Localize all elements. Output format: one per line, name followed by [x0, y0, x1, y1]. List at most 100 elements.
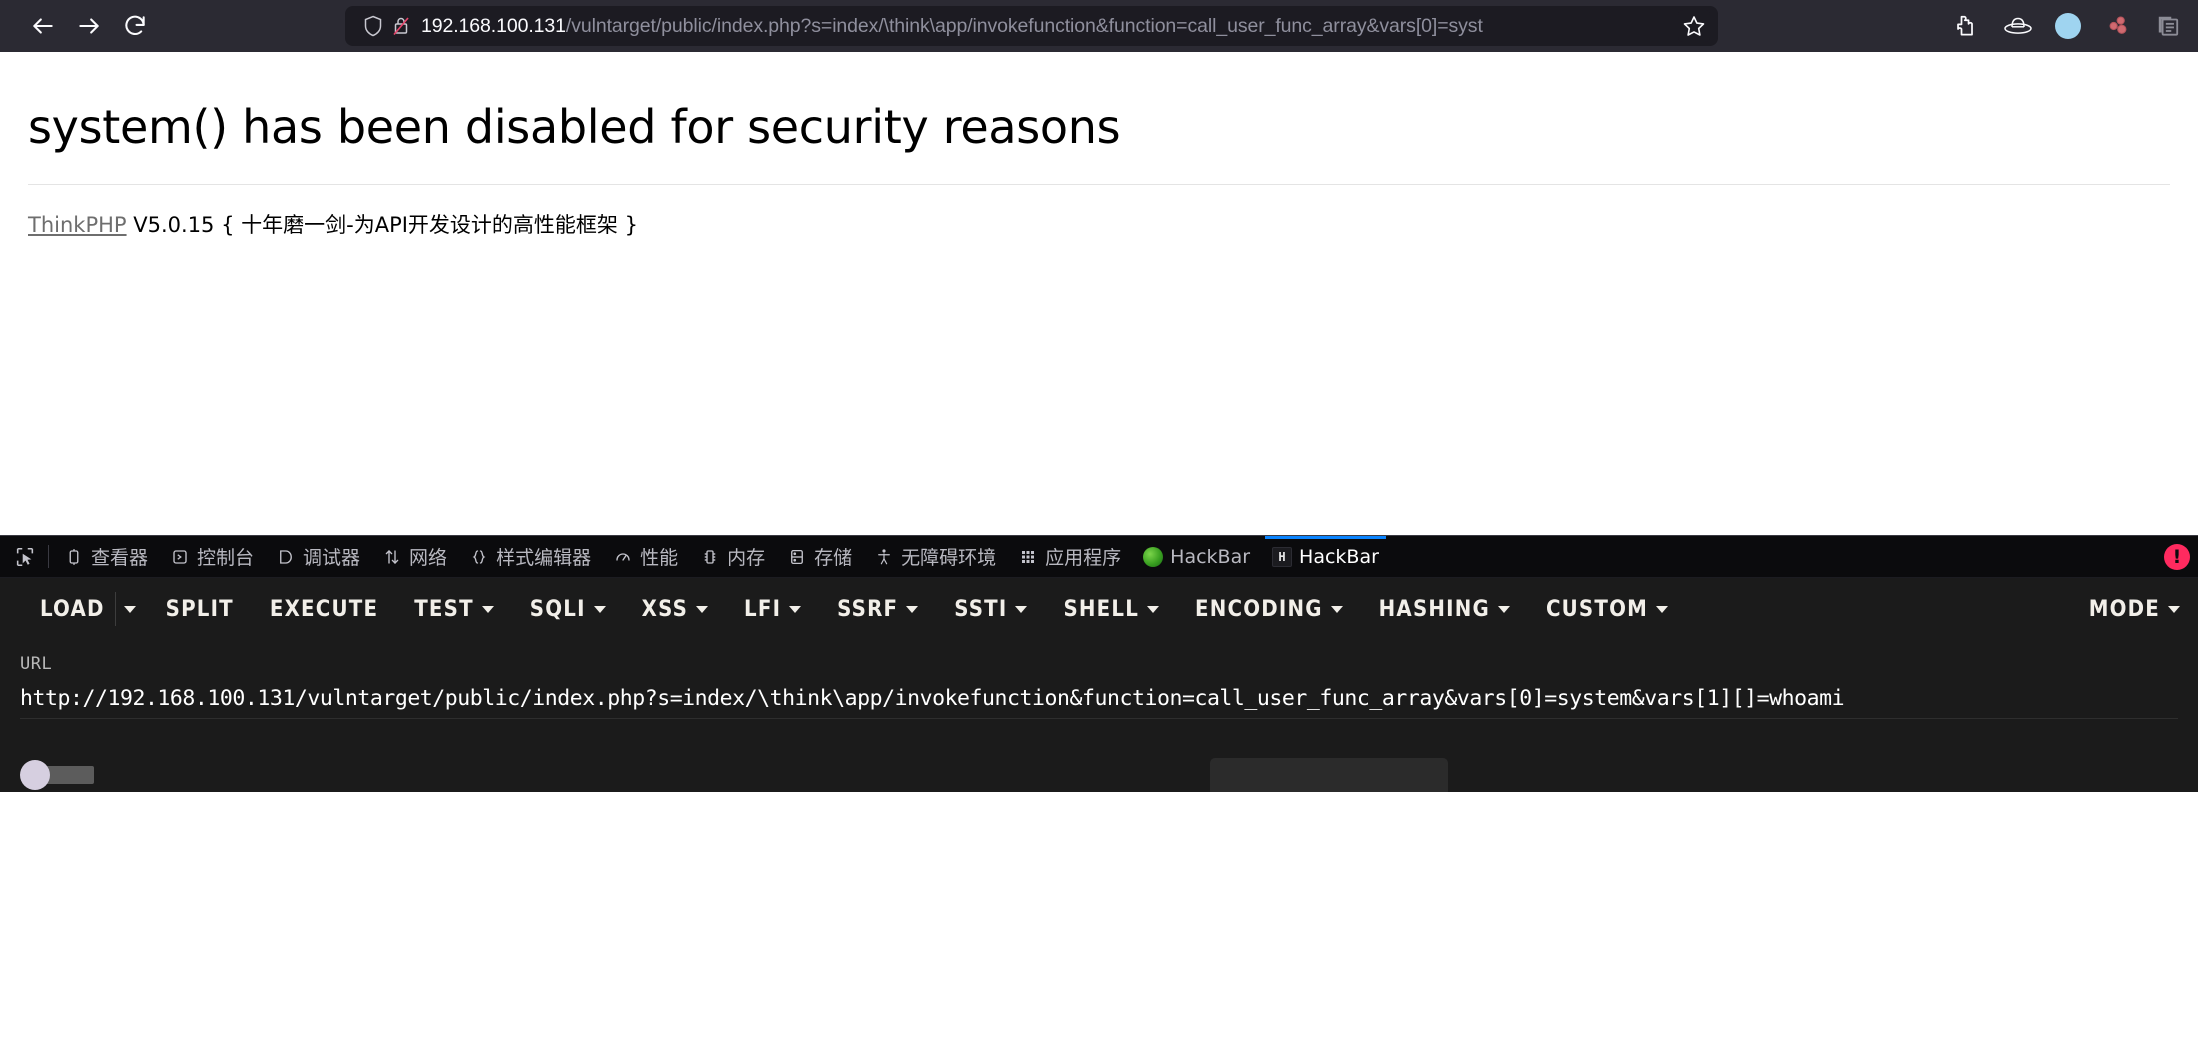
element-picker-icon[interactable] — [6, 536, 44, 577]
menu-label: XSS — [641, 596, 689, 622]
menu-label: SSRF — [837, 596, 899, 622]
inspector-icon — [64, 547, 84, 567]
tab-label: HackBar — [1299, 545, 1379, 568]
tab-label: 无障碍环境 — [901, 547, 997, 569]
chevron-down-icon — [696, 605, 709, 613]
browser-toolbar-icons — [1948, 0, 2188, 52]
menu-label: SSTI — [954, 596, 1008, 622]
menu-label: SQLI — [529, 596, 586, 622]
chevron-down-icon — [593, 605, 606, 613]
devtools-tab-debugger[interactable]: 调试器 — [265, 536, 371, 577]
devtools-tab-inspector[interactable]: 查看器 — [53, 536, 159, 577]
framework-credit: ThinkPHP V5.0.15 { 十年磨一剑-为API开发设计的高性能框架 … — [28, 209, 2170, 239]
hackbar-mode-menu[interactable]: MODE — [2071, 591, 2198, 628]
tab-label: 存储 — [814, 547, 853, 569]
hackbar-execute-button[interactable]: EXECUTE — [252, 591, 396, 628]
post-data-toggle[interactable] — [20, 760, 50, 790]
thinkphp-link[interactable]: ThinkPHP — [28, 213, 127, 237]
lock-crossed-out-icon[interactable] — [387, 12, 415, 40]
hackbar-body: URL http://192.168.100.131/vulntarget/pu… — [0, 640, 2198, 792]
tab-label: 控制台 — [197, 547, 255, 569]
chevron-down-icon — [1656, 605, 1669, 613]
chevron-down-icon — [1497, 605, 1510, 613]
account-circle-icon[interactable] — [2048, 6, 2088, 46]
menu-label: CUSTOM — [1545, 596, 1649, 622]
devtools-tab-hackbar-addon[interactable]: HackBar — [1132, 536, 1261, 577]
menu-label: LOAD — [40, 596, 105, 622]
hackbar-test-menu[interactable]: TEST — [396, 591, 512, 628]
reload-button[interactable] — [114, 5, 156, 47]
container-tabs-icon[interactable] — [2148, 6, 2188, 46]
hackbar-panel: LOAD SPLIT EXECUTE TEST SQLI XSS LFI SSR… — [0, 578, 2198, 792]
hackbar-lfi-menu[interactable]: LFI — [726, 591, 819, 628]
chevron-down-icon — [1330, 605, 1343, 613]
hat-icon[interactable] — [1998, 6, 2038, 46]
devtools-tab-application[interactable]: 应用程序 — [1007, 536, 1132, 577]
tab-label: 查看器 — [91, 547, 149, 569]
devtools-tab-style-editor[interactable]: 样式编辑器 — [458, 536, 602, 577]
extensions-puzzle-icon[interactable] — [1948, 6, 1988, 46]
style-editor-icon — [469, 547, 489, 567]
address-bar[interactable]: 192.168.100.131/vulntarget/public/index.… — [345, 6, 1718, 46]
devtools-tab-network[interactable]: 网络 — [371, 536, 458, 577]
hackbar-ssti-menu[interactable]: SSTI — [936, 591, 1045, 628]
tab-label: 应用程序 — [1045, 547, 1122, 569]
hackbar-hashing-menu[interactable]: HASHING — [1361, 591, 1528, 628]
devtools-tab-memory[interactable]: 内存 — [689, 536, 776, 577]
hackbar-menubar: LOAD SPLIT EXECUTE TEST SQLI XSS LFI SSR… — [0, 578, 2198, 640]
molecule-icon[interactable] — [2098, 6, 2138, 46]
menu-label: TEST — [414, 596, 474, 622]
hackbar-url-input[interactable]: http://192.168.100.131/vulntarget/public… — [20, 686, 2178, 711]
debugger-icon — [276, 547, 296, 567]
chevron-down-icon — [1147, 605, 1160, 613]
url-host: 192.168.100.131 — [421, 14, 566, 37]
menu-label: MODE — [2088, 596, 2160, 622]
star-icon[interactable] — [1678, 10, 1710, 42]
devtools-tab-performance[interactable]: 性能 — [602, 536, 689, 577]
hackbar-encoding-menu[interactable]: ENCODING — [1177, 591, 1361, 628]
hackbar-sqli-menu[interactable]: SQLI — [512, 591, 624, 628]
devtools-panel: 查看器 控制台 调试器 网络 样式编辑器 性能 内存 存储 无障碍环境 应用程序… — [0, 535, 2198, 792]
hackbar-custom-menu[interactable]: CUSTOM — [1528, 591, 1686, 628]
hackbar-load-button[interactable]: LOAD — [22, 591, 109, 628]
chevron-down-icon — [2168, 605, 2180, 613]
hackbar-load-dropdown[interactable] — [118, 600, 148, 619]
chevron-down-icon — [1015, 605, 1028, 613]
framework-version-text: V5.0.15 { 十年磨一剑-为API开发设计的高性能框架 } — [133, 213, 638, 237]
storage-icon — [787, 547, 807, 567]
horizontal-divider — [28, 184, 2170, 185]
accessibility-icon — [874, 547, 894, 567]
url-text[interactable]: 192.168.100.131/vulntarget/public/index.… — [421, 15, 1708, 38]
menu-label: SPLIT — [165, 596, 234, 622]
chevron-down-icon — [789, 605, 802, 613]
hackbar-split-button[interactable]: SPLIT — [148, 591, 252, 628]
network-icon — [382, 547, 402, 567]
secondary-action-button[interactable] — [1210, 758, 1448, 792]
tabbar-separator — [48, 545, 49, 568]
avatar — [2055, 13, 2081, 39]
url-input-underline — [20, 718, 2178, 719]
hackbar-xss-menu[interactable]: XSS — [624, 591, 726, 628]
tab-label: 内存 — [727, 547, 766, 569]
chevron-down-icon — [481, 605, 494, 613]
browser-toolbar: 192.168.100.131/vulntarget/public/index.… — [0, 0, 2198, 52]
devtools-tab-accessibility[interactable]: 无障碍环境 — [863, 536, 1007, 577]
shield-icon[interactable] — [359, 12, 387, 40]
chevron-down-icon — [906, 605, 919, 613]
tab-label: 网络 — [409, 547, 448, 569]
console-icon — [170, 547, 190, 567]
devtools-tabbar: 查看器 控制台 调试器 网络 样式编辑器 性能 内存 存储 无障碍环境 应用程序… — [0, 536, 2198, 578]
address-bar-container: 192.168.100.131/vulntarget/public/index.… — [345, 6, 1718, 46]
hackbar-h-icon: H — [1272, 546, 1293, 567]
devtools-tab-hackbar[interactable]: H HackBar — [1261, 536, 1390, 577]
error-count-badge[interactable]: ! — [2164, 543, 2190, 570]
firefox-ball-icon — [1143, 546, 1164, 567]
hackbar-ssrf-menu[interactable]: SSRF — [819, 591, 936, 628]
hackbar-shell-menu[interactable]: SHELL — [1045, 591, 1177, 628]
back-button[interactable] — [22, 5, 64, 47]
devtools-tab-storage[interactable]: 存储 — [776, 536, 863, 577]
tab-label: 性能 — [640, 547, 679, 569]
load-separator — [114, 592, 116, 626]
devtools-tab-console[interactable]: 控制台 — [159, 536, 265, 577]
forward-button[interactable] — [68, 5, 110, 47]
